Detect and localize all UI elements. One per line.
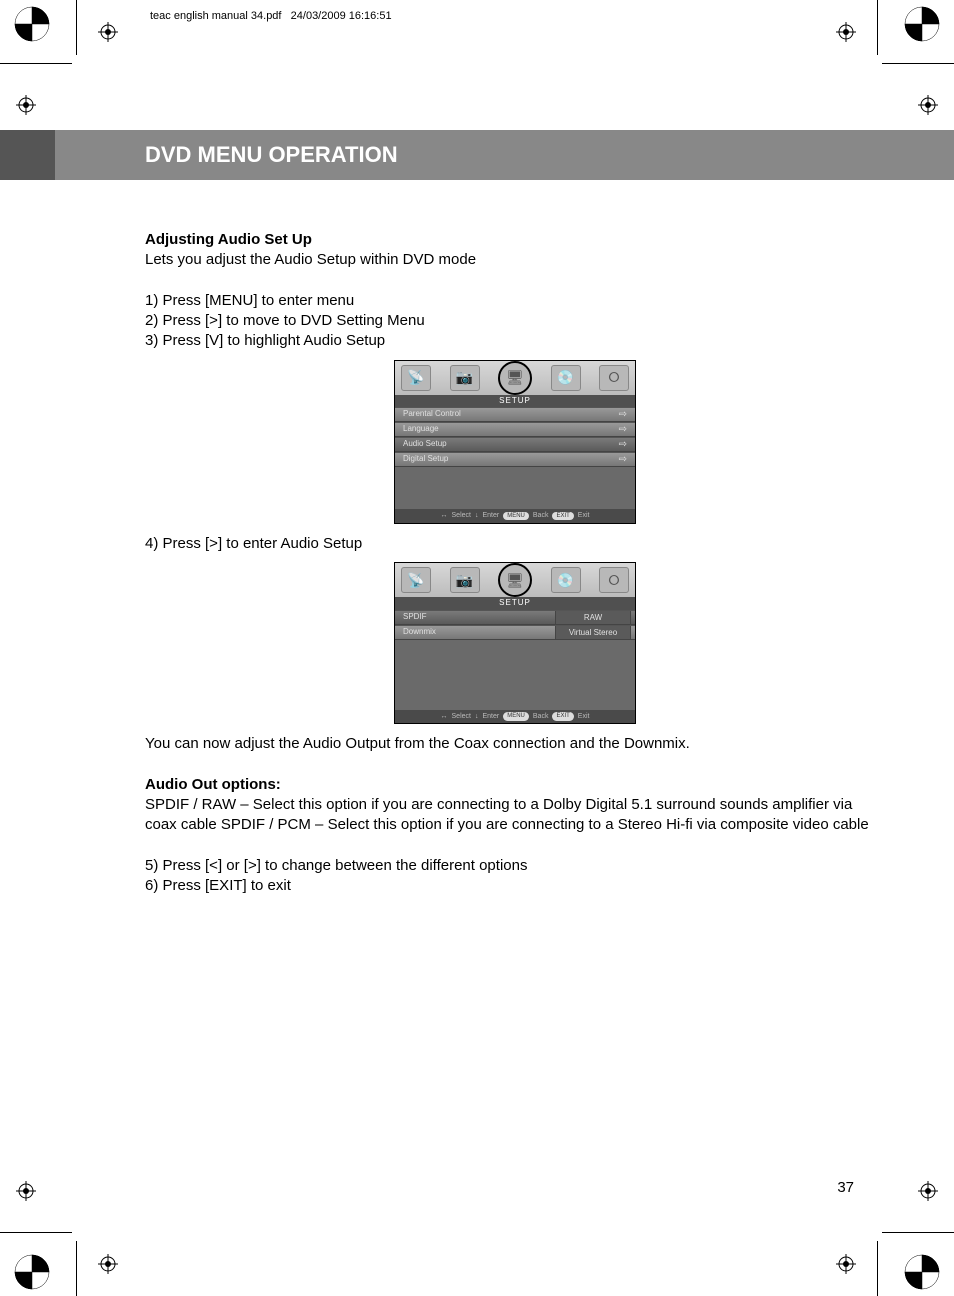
menu-row-spdif: SPDIFRAW — [395, 610, 635, 625]
menu-row-downmix: DownmixVirtual Stereo — [395, 625, 635, 640]
registration-mark — [836, 1254, 856, 1274]
audio-out-body: SPDIF / RAW – Select this option if you … — [145, 795, 885, 836]
lr-arrows-icon: ↔ — [441, 712, 448, 721]
crop-line — [0, 63, 72, 64]
registration-fan-tl — [14, 6, 50, 42]
antenna-icon: 📡 — [401, 567, 431, 593]
menu-row-audio-setup: Audio Setup⇨ — [395, 437, 635, 452]
arrow-right-icon: ⇨ — [619, 408, 627, 422]
pdf-filename: teac english manual 34.pdf — [150, 10, 281, 22]
step-5: 5) Press [<] or [>] to change between th… — [145, 856, 885, 876]
registration-mark — [918, 95, 938, 115]
monitor-icon: 🖥 — [498, 361, 532, 395]
antenna-icon: 📡 — [401, 365, 431, 391]
menu-row-digital-setup: Digital Setup⇨ — [395, 452, 635, 467]
registration-mark — [98, 22, 118, 42]
menu-pill: MENU — [503, 712, 529, 720]
section-title: DVD MENU OPERATION — [0, 130, 954, 180]
crop-line — [877, 1241, 878, 1296]
registration-mark — [16, 1181, 36, 1201]
step-3: 3) Press [V] to highlight Audio Setup — [145, 331, 885, 351]
arrow-right-icon: ⇨ — [619, 423, 627, 437]
arrow-right-icon: ⇨ — [619, 453, 627, 467]
step-2: 2) Press [>] to move to DVD Setting Menu — [145, 311, 885, 331]
crop-line — [882, 1232, 954, 1233]
menu-row-parental: Parental Control⇨ — [395, 407, 635, 422]
ui-setup-label: SETUP — [395, 395, 635, 408]
crop-line — [76, 0, 77, 55]
disc-icon: 💿 — [551, 365, 581, 391]
step-6: 6) Press [EXIT] to exit — [145, 876, 885, 896]
monitor-icon: 🖥 — [498, 563, 532, 597]
power-icon: ⭘ — [599, 365, 629, 391]
ui-spacer — [395, 640, 635, 710]
down-arrow-icon: ↓ — [475, 511, 479, 520]
body-text: Adjusting Audio Set Up Lets you adjust t… — [145, 230, 885, 896]
pdf-header-info: teac english manual 34.pdf 24/03/2009 16… — [150, 10, 392, 22]
registration-mark — [918, 1181, 938, 1201]
ui-icon-bar: 📡 📷 🖥 💿 ⭘ — [395, 563, 635, 597]
exit-pill: EXIT — [552, 512, 573, 520]
ui-footer-hints: ↔Select ↓Enter MENUBack EXITExit — [395, 509, 635, 522]
page-content: DVD MENU OPERATION Adjusting Audio Set U… — [55, 130, 899, 896]
registration-fan-tr — [904, 6, 940, 42]
down-arrow-icon: ↓ — [475, 712, 479, 721]
audio-out-head: Audio Out options: — [145, 775, 885, 795]
crop-line — [877, 0, 878, 55]
registration-mark — [98, 1254, 118, 1274]
ui-setup-screenshot-1: 📡 📷 🖥 💿 ⭘ SETUP Parental Control⇨ Langua… — [394, 360, 636, 524]
lr-arrows-icon: ↔ — [441, 511, 448, 520]
registration-mark — [16, 95, 36, 115]
ui-footer-hints: ↔Select ↓Enter MENUBack EXITExit — [395, 710, 635, 723]
menu-pill: MENU — [503, 512, 529, 520]
ui-spacer — [395, 467, 635, 509]
registration-fan-br — [904, 1254, 940, 1290]
pdf-timestamp: 24/03/2009 16:16:51 — [291, 10, 392, 22]
post-ui2-text: You can now adjust the Audio Output from… — [145, 734, 885, 754]
camera-icon: 📷 — [450, 365, 480, 391]
menu-row-language: Language⇨ — [395, 422, 635, 437]
subsection-body: Lets you adjust the Audio Setup within D… — [145, 250, 885, 270]
crop-line — [0, 1232, 72, 1233]
disc-icon: 💿 — [551, 567, 581, 593]
registration-fan-bl — [14, 1254, 50, 1290]
crop-line — [76, 1241, 77, 1296]
crop-line — [882, 63, 954, 64]
ui-setup-screenshot-2: 📡 📷 🖥 💿 ⭘ SETUP SPDIFRAW DownmixVirtual … — [394, 562, 636, 724]
page-number: 37 — [837, 1179, 854, 1196]
step-1: 1) Press [MENU] to enter menu — [145, 291, 885, 311]
ui-setup-label: SETUP — [395, 597, 635, 610]
arrow-right-icon: ⇨ — [619, 438, 627, 452]
subsection-head: Adjusting Audio Set Up — [145, 230, 885, 250]
ui-icon-bar: 📡 📷 🖥 💿 ⭘ — [395, 361, 635, 395]
exit-pill: EXIT — [552, 712, 573, 720]
power-icon: ⭘ — [599, 567, 629, 593]
camera-icon: 📷 — [450, 567, 480, 593]
registration-mark — [836, 22, 856, 42]
step-4: 4) Press [>] to enter Audio Setup — [145, 534, 885, 554]
